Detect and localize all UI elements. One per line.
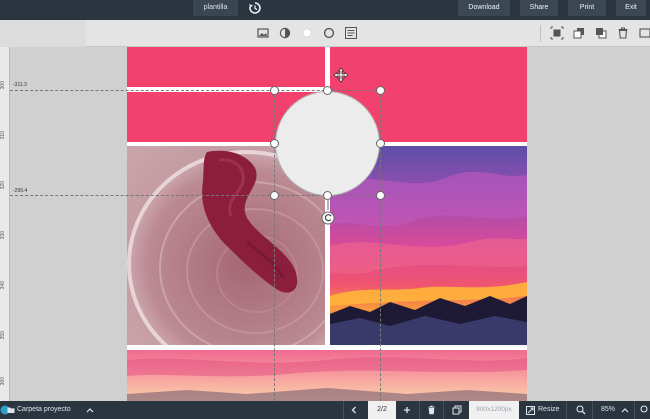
bottom-bar: Carpeta proyecto 2/2 800x1200px Resize 8… (0, 401, 650, 419)
resize-handle[interactable] (376, 139, 385, 148)
canvas-size-field[interactable]: 800x1200px (469, 401, 519, 419)
color-dot-icon[interactable] (300, 26, 314, 40)
selected-circle-shape[interactable] (275, 91, 380, 196)
duplicate-page-icon[interactable] (452, 405, 462, 415)
resize-handle[interactable] (270, 191, 279, 200)
project-folder-label[interactable]: Carpeta proyecto (17, 401, 71, 419)
resize-handle[interactable] (323, 191, 332, 200)
history-icon[interactable] (248, 1, 262, 15)
guide-label: -311.3 (13, 82, 27, 88)
separator (566, 401, 567, 419)
share-button[interactable]: Share (520, 0, 558, 16)
download-button[interactable]: Download (458, 0, 510, 16)
ruler-label: 330 (0, 231, 6, 240)
bottom-sunset-image[interactable] (127, 350, 527, 401)
ruler-label: 340 (0, 281, 6, 290)
chevron-up-icon[interactable] (621, 407, 629, 413)
left-panel-header (0, 20, 86, 47)
separator (634, 401, 635, 419)
exit-button[interactable]: Exit (616, 0, 646, 16)
select-frame-icon[interactable] (550, 26, 564, 40)
delete-page-icon[interactable] (427, 405, 436, 415)
page-indicator: 2/2 (368, 401, 396, 419)
resize-handle[interactable] (376, 86, 385, 95)
image-icon[interactable] (256, 26, 270, 40)
previous-page-icon[interactable] (350, 406, 358, 414)
ruler-label: 350 (0, 331, 6, 340)
send-back-icon[interactable] (572, 26, 586, 40)
guide-line-vertical[interactable] (380, 90, 381, 401)
align-lines-icon[interactable] (344, 26, 358, 40)
resize-handle[interactable] (323, 86, 332, 95)
chevron-up-icon[interactable] (86, 407, 94, 413)
separator (343, 401, 344, 419)
ruler-label: 360 (0, 377, 6, 386)
more-icon[interactable] (638, 26, 650, 40)
zoom-icon[interactable] (576, 405, 586, 415)
document-name[interactable]: plantilla (193, 0, 238, 16)
zoom-level[interactable]: 85% (601, 401, 615, 419)
toolbar-separator (540, 25, 541, 42)
top-bar: plantilla Download Share Print Exit (0, 0, 650, 20)
ruler-label: 310 (0, 131, 6, 140)
resize-handle[interactable] (270, 139, 279, 148)
separator (443, 401, 444, 419)
trash-icon[interactable] (616, 26, 630, 40)
rotate-handle-icon[interactable] (320, 200, 336, 226)
tool-bar (0, 20, 650, 47)
ruler-label: 320 (0, 181, 6, 190)
separator (419, 401, 420, 419)
circle-icon[interactable] (322, 26, 336, 40)
vertical-ruler: 300 310 320 330 340 350 360 (0, 47, 10, 401)
add-page-icon[interactable] (403, 406, 411, 414)
guide-label: -299.4 (13, 188, 28, 194)
ruler-label: 300 (0, 81, 6, 90)
zoom-fit-icon[interactable] (640, 405, 650, 415)
resize-icon[interactable] (526, 406, 535, 415)
contrast-icon[interactable] (278, 26, 292, 40)
move-cursor-icon (333, 67, 349, 83)
folder-icon (7, 407, 15, 413)
resize-button[interactable]: Resize (538, 401, 559, 419)
bring-front-icon[interactable] (594, 26, 608, 40)
print-button[interactable]: Print (568, 0, 606, 16)
resize-handle[interactable] (376, 191, 385, 200)
separator (592, 401, 593, 419)
resize-handle[interactable] (270, 86, 279, 95)
pink-block-top-left[interactable] (127, 47, 325, 87)
